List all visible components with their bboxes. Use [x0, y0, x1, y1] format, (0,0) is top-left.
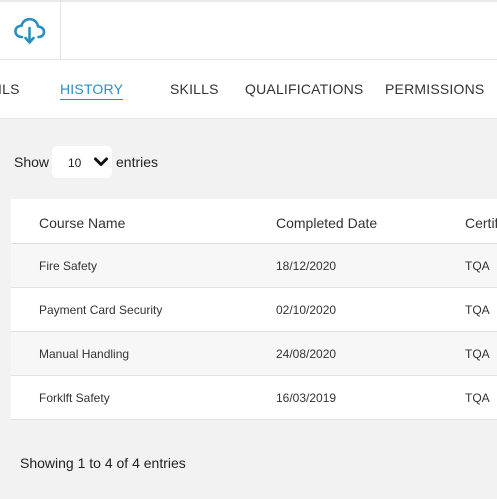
certificate-cell: TQA [465, 347, 490, 361]
tab-history[interactable]: HISTORY [60, 81, 124, 100]
table-row: Forklft Safety 16/03/2019 TQA [11, 376, 497, 420]
tab-details[interactable]: ILS [0, 81, 20, 97]
column-header-completed-date[interactable]: Completed Date [276, 215, 377, 231]
table-row: Payment Card Security 02/10/2020 TQA [11, 288, 497, 332]
show-label: Show [14, 154, 50, 170]
certificate-cell: TQA [465, 391, 490, 405]
course-name-cell: Fire Safety [39, 259, 98, 273]
cloud-download-icon [14, 17, 46, 44]
completed-date-cell: 18/12/2020 [276, 259, 337, 273]
entries-per-page-value: 10 [68, 156, 82, 170]
history-table: Course Name Completed Date Certif Fire S… [11, 199, 497, 420]
top-bar [0, 0, 497, 60]
table-info: Showing 1 to 4 of 4 entries [20, 455, 186, 471]
course-name-cell: Forklft Safety [39, 391, 110, 405]
course-name-cell: Manual Handling [39, 347, 130, 361]
column-header-certificate[interactable]: Certif [465, 215, 497, 231]
table-row: Fire Safety 18/12/2020 TQA [11, 244, 497, 288]
certificate-cell: TQA [465, 303, 490, 317]
completed-date-cell: 02/10/2020 [276, 303, 337, 317]
course-name-cell: Payment Card Security [39, 303, 163, 317]
profile-tabs: ILS HISTORY SKILLS QUALIFICATIONS PERMIS… [0, 60, 497, 119]
tab-permissions[interactable]: PERMISSIONS [385, 81, 484, 97]
entries-label: entries [116, 154, 159, 170]
top-divider [0, 0, 497, 2]
certificate-cell: TQA [465, 259, 490, 273]
table-row: Manual Handling 24/08/2020 TQA [11, 332, 497, 376]
table-header: Course Name Completed Date Certif [11, 199, 497, 244]
completed-date-cell: 16/03/2019 [276, 391, 337, 405]
completed-date-cell: 24/08/2020 [276, 347, 337, 361]
entries-per-page-select[interactable]: 10 [52, 146, 112, 178]
chevron-down-icon [94, 157, 108, 166]
column-header-course-name[interactable]: Course Name [39, 215, 125, 231]
logo-button[interactable] [0, 0, 61, 60]
tab-qualifications[interactable]: QUALIFICATIONS [245, 81, 363, 97]
tab-skills[interactable]: SKILLS [170, 81, 219, 97]
